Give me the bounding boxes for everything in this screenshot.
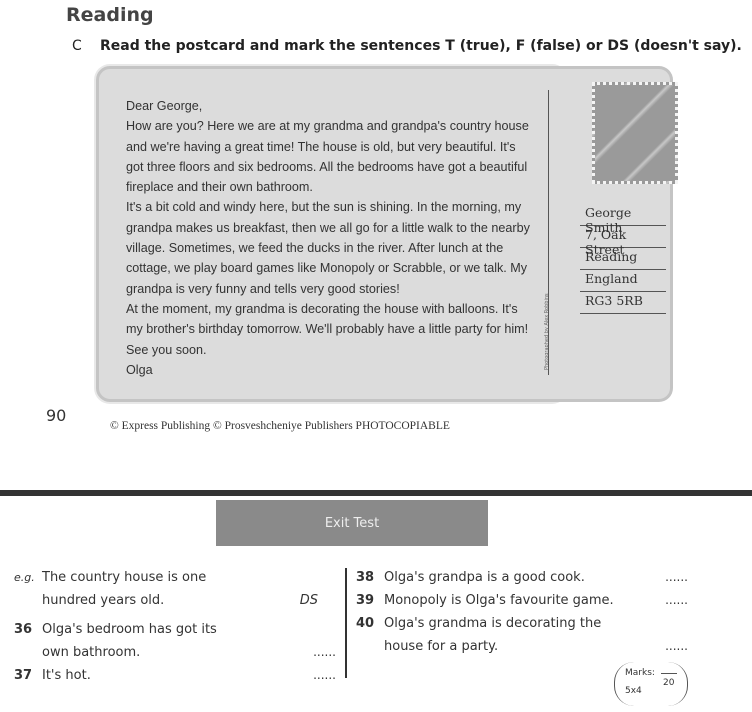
message-line: cottage, we play board games like Monopo…	[126, 261, 528, 276]
question-text: Olga's grandma is decorating the	[384, 616, 602, 631]
column-divider	[345, 568, 347, 678]
question-text: house for a party.	[384, 639, 499, 654]
marks-total: 20	[663, 678, 675, 688]
question-number: e.g.	[14, 571, 35, 584]
question-text: hundred years old.	[42, 593, 165, 608]
questions-left: e.g. The country house is one hundred year…	[14, 566, 336, 687]
address-line: Reading	[580, 248, 666, 270]
message-line: At the moment, my grandma is decorating …	[126, 301, 518, 316]
photo-credit: Photographed by Alex Robbins	[544, 293, 550, 370]
question-item: 39 Monopoly is Olga's favourite game.....…	[356, 589, 688, 612]
section-title: Reading	[66, 4, 154, 26]
question-text: own bathroom.	[42, 645, 141, 660]
marks-label: Marks:	[625, 668, 655, 678]
message-line: fireplace and their own bathroom.	[126, 180, 313, 195]
message-line: and we're having a great time! The house…	[126, 139, 516, 154]
question-item: 37 It's hot.......	[14, 664, 336, 687]
question-number: 40	[356, 616, 375, 631]
stamp-image	[592, 82, 678, 184]
question-text: Olga's bedroom has got its	[42, 622, 217, 637]
question-item: 36 Olga's bedroom has got its own bathroom…	[14, 618, 336, 664]
question-number: 38	[356, 570, 375, 585]
answer-blank[interactable]: ......	[665, 589, 688, 612]
answer-blank[interactable]: ......	[313, 641, 336, 664]
message-line: got three floors and six bedrooms. All t…	[126, 159, 528, 174]
address-line: George Smith	[580, 204, 666, 235]
question-item: e.g. The country house is one hundred year…	[14, 566, 336, 612]
question-text: Monopoly is Olga's favourite game.	[384, 593, 614, 608]
exit-test-banner: Exit Test	[216, 500, 488, 546]
exercise-letter: C	[72, 38, 82, 54]
message-line: It's a bit cold and windy here, but the …	[126, 200, 522, 215]
page-number: 90	[46, 406, 67, 425]
page-divider	[0, 490, 752, 496]
answer-blank[interactable]: ......	[313, 664, 336, 687]
answer-blank[interactable]: ......	[665, 566, 688, 589]
answer-blank[interactable]: ......	[665, 635, 688, 658]
instruction: C Read the postcard and mark the sentence…	[72, 38, 742, 54]
question-number: 39	[356, 593, 375, 608]
address-line: 7, Oak Street	[580, 226, 666, 257]
question-text: It's hot.	[42, 668, 91, 683]
marks-box: Marks: 20 5x4	[614, 662, 688, 706]
message-line: How are you? Here we are at my grandma a…	[126, 119, 529, 134]
questions-right: 38 Olga's grandpa is a good cook....... 39…	[356, 566, 688, 658]
postcard-address: George Smith 7, Oak Street Reading England R…	[580, 204, 666, 314]
address-line: England	[580, 270, 666, 292]
marks-blank	[661, 664, 677, 674]
postcard-message: Dear George, How are you? Here we are at …	[126, 96, 546, 380]
message-line: See you soon.	[126, 342, 207, 357]
question-text: Olga's grandpa is a good cook.	[384, 570, 585, 585]
copyright: © Express Publishing © Prosveshcheniye P…	[110, 420, 450, 432]
message-line: grandpa is very funny and tells very goo…	[126, 281, 400, 296]
example-answer: DS	[299, 593, 318, 608]
marks-formula: 5x4	[625, 686, 642, 696]
question-number: 37	[14, 668, 33, 683]
instruction-text: Read the postcard and mark the sentences…	[100, 38, 742, 54]
message-line: Olga	[126, 362, 153, 377]
message-line: village. Sometimes, we feed the ducks in…	[126, 241, 504, 256]
message-line: Dear George,	[126, 99, 203, 113]
question-text: The country house is one	[42, 570, 207, 585]
question-item: 38 Olga's grandpa is a good cook.......	[356, 566, 688, 589]
question-number: 36	[14, 622, 33, 637]
question-item: 40 Olga's grandma is decorating the house …	[356, 612, 688, 658]
address-line: RG3 5RB	[580, 292, 666, 314]
message-line: my brother's birthday tomorrow. We'll pr…	[126, 322, 529, 337]
message-line: grandpa makes us breakfast, then we all …	[126, 220, 530, 235]
